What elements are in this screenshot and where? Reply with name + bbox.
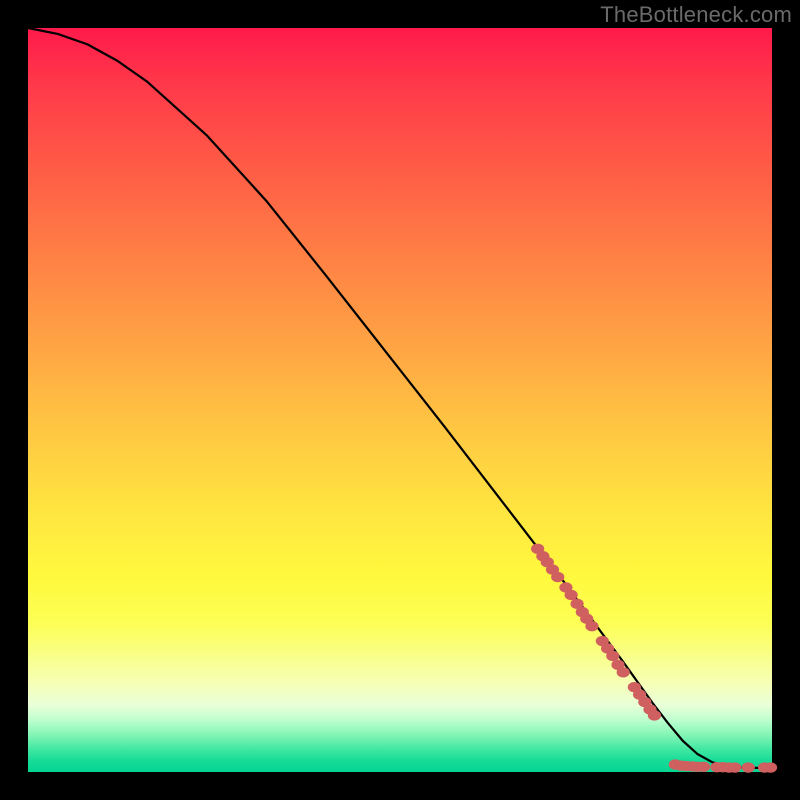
chart-curve-line (28, 28, 772, 768)
chart-svg (28, 28, 772, 772)
chart-frame: TheBottleneck.com (0, 0, 800, 800)
chart-marker (648, 710, 661, 720)
chart-marker (617, 667, 630, 677)
chart-marker (764, 762, 777, 772)
chart-marker (565, 590, 578, 600)
plot-area (28, 28, 772, 772)
watermark-text: TheBottleneck.com (600, 2, 792, 28)
chart-marker (606, 651, 619, 661)
chart-markers-group (531, 544, 777, 773)
chart-marker (742, 762, 755, 772)
chart-marker (585, 621, 598, 631)
chart-marker (728, 762, 741, 772)
chart-marker (551, 572, 564, 582)
chart-marker (697, 762, 710, 772)
